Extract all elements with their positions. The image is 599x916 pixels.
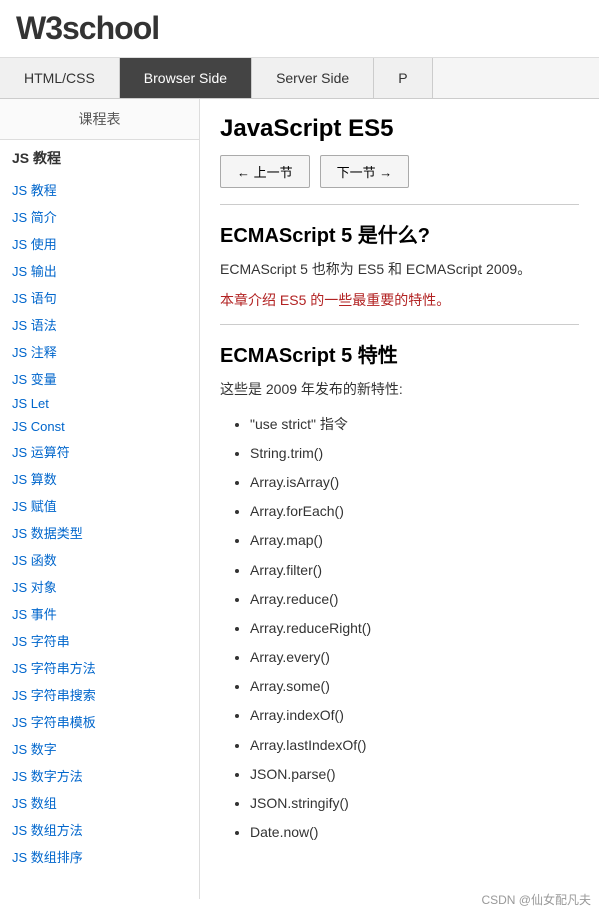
tab-html-css[interactable]: HTML/CSS	[0, 58, 120, 98]
watermark: CSDN @仙女配凡夫	[481, 891, 591, 908]
sidebar-link[interactable]: JS 输出	[0, 257, 199, 284]
sidebar-link[interactable]: JS 使用	[0, 230, 199, 257]
tab-browser-side[interactable]: Browser Side	[120, 58, 252, 98]
feature-item: Array.reduce()	[250, 585, 579, 614]
sidebar: 课程表 JS 教程 JS 教程JS 简介JS 使用JS 输出JS 语句JS 语法…	[0, 99, 200, 899]
feature-item: Array.isArray()	[250, 468, 579, 497]
sidebar-link[interactable]: JS 对象	[0, 573, 199, 600]
feature-item: Date.now()	[250, 818, 579, 847]
logo-w3: W3	[16, 10, 62, 46]
sidebar-link[interactable]: JS 数组	[0, 789, 199, 816]
feature-item: JSON.parse()	[250, 760, 579, 789]
sidebar-link[interactable]: JS 字符串模板	[0, 708, 199, 735]
sidebar-link[interactable]: JS 数字	[0, 735, 199, 762]
section1-title: ECMAScript 5 是什么?	[220, 219, 579, 248]
sidebar-link[interactable]: JS 语法	[0, 311, 199, 338]
feature-item: Array.indexOf()	[250, 701, 579, 730]
feature-item: "use strict" 指令	[250, 410, 579, 439]
sidebar-link[interactable]: JS 数组方法	[0, 816, 199, 843]
sidebar-link[interactable]: JS 数组排序	[0, 843, 199, 870]
nav-buttons: ← 上一节 下一节 →	[220, 155, 579, 188]
tab-more[interactable]: P	[374, 58, 432, 98]
sidebar-link[interactable]: JS 语句	[0, 284, 199, 311]
sidebar-links: JS 教程JS 简介JS 使用JS 输出JS 语句JS 语法JS 注释JS 变量…	[0, 176, 199, 870]
sidebar-link[interactable]: JS 变量	[0, 365, 199, 392]
page-title: JavaScript ES5	[220, 115, 579, 143]
section2-title: ECMAScript 5 特性	[220, 339, 579, 368]
sidebar-title: 课程表	[0, 99, 199, 140]
sidebar-link[interactable]: JS 数字方法	[0, 762, 199, 789]
sidebar-link[interactable]: JS 注释	[0, 338, 199, 365]
next-button[interactable]: 下一节 →	[320, 155, 410, 188]
divider-1	[220, 204, 579, 205]
sidebar-link[interactable]: JS 算数	[0, 465, 199, 492]
sidebar-link[interactable]: JS 函数	[0, 546, 199, 573]
sidebar-link[interactable]: JS 赋值	[0, 492, 199, 519]
prev-button[interactable]: ← 上一节	[220, 155, 310, 188]
logo: W3school	[16, 10, 583, 47]
layout: 课程表 JS 教程 JS 教程JS 简介JS 使用JS 输出JS 语句JS 语法…	[0, 99, 599, 899]
sidebar-link[interactable]: JS 教程	[0, 176, 199, 203]
header: W3school	[0, 0, 599, 58]
section1-text2: 本章介绍 ES5 的一些最重要的特性。	[220, 290, 579, 310]
feature-item: Array.every()	[250, 643, 579, 672]
feature-item: JSON.stringify()	[250, 789, 579, 818]
nav-tabs: HTML/CSS Browser Side Server Side P	[0, 58, 599, 99]
sidebar-link[interactable]: JS Let	[0, 392, 199, 415]
sidebar-link[interactable]: JS 运算符	[0, 438, 199, 465]
feature-list: "use strict" 指令String.trim()Array.isArra…	[220, 410, 579, 848]
feature-item: Array.lastIndexOf()	[250, 731, 579, 760]
feature-item: Array.filter()	[250, 556, 579, 585]
section1-text1: ECMAScript 5 也称为 ES5 和 ECMAScript 2009。	[220, 258, 579, 282]
feature-item: Array.some()	[250, 672, 579, 701]
main-content: JavaScript ES5 ← 上一节 下一节 → ECMAScript 5 …	[200, 99, 599, 899]
divider-2	[220, 324, 579, 325]
section2-intro: 这些是 2009 年发布的新特性:	[220, 378, 579, 402]
feature-item: Array.forEach()	[250, 497, 579, 526]
feature-item: Array.map()	[250, 526, 579, 555]
tab-server-side[interactable]: Server Side	[252, 58, 374, 98]
sidebar-link[interactable]: JS Const	[0, 415, 199, 438]
feature-item: String.trim()	[250, 439, 579, 468]
sidebar-link[interactable]: JS 字符串搜索	[0, 681, 199, 708]
sidebar-link[interactable]: JS 字符串方法	[0, 654, 199, 681]
sidebar-section-title: JS 教程	[0, 140, 199, 176]
sidebar-link[interactable]: JS 数据类型	[0, 519, 199, 546]
sidebar-link[interactable]: JS 字符串	[0, 627, 199, 654]
sidebar-link[interactable]: JS 简介	[0, 203, 199, 230]
logo-school: school	[62, 10, 159, 46]
sidebar-link[interactable]: JS 事件	[0, 600, 199, 627]
feature-item: Array.reduceRight()	[250, 614, 579, 643]
